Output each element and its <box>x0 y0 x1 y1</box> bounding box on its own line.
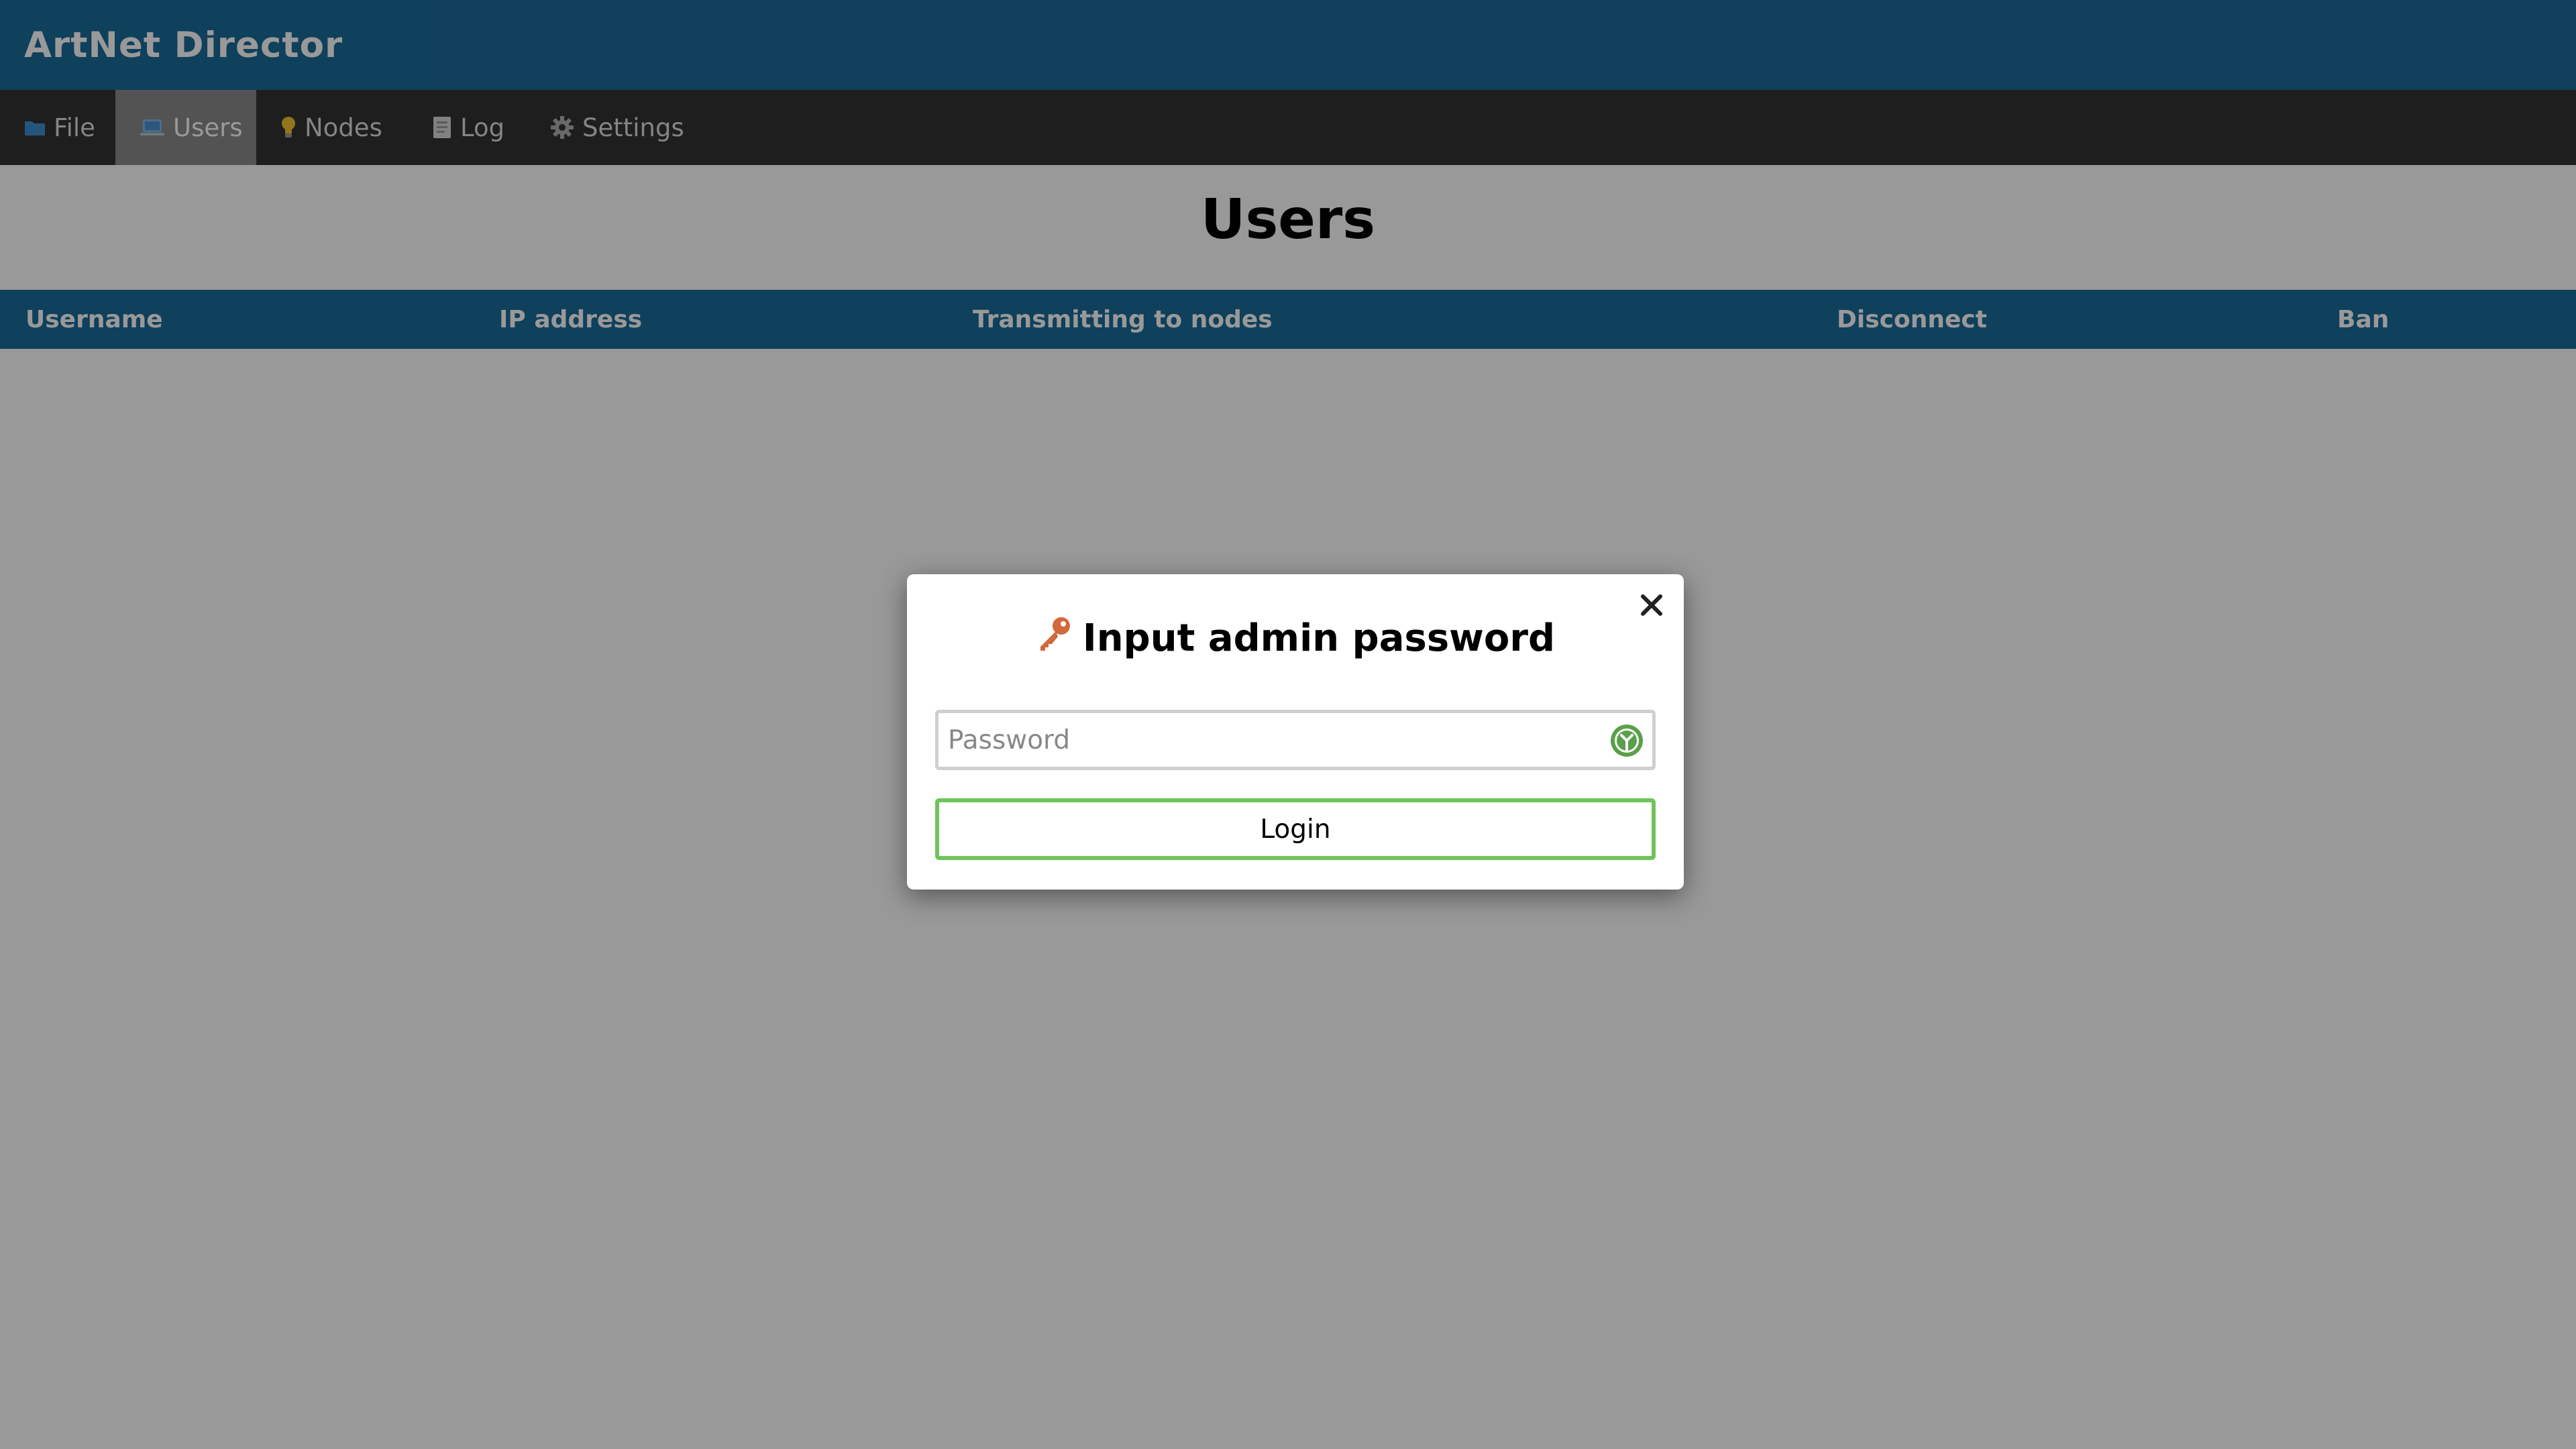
modal-title-text: Input admin password <box>1082 616 1556 660</box>
key-icon <box>1036 614 1073 661</box>
password-manager-icon[interactable] <box>1609 723 1644 758</box>
login-button[interactable]: Login <box>935 798 1656 860</box>
admin-password-modal: Input admin password Login <box>907 574 1684 890</box>
modal-title: Input admin password <box>907 614 1684 661</box>
password-field-wrapper <box>935 710 1656 770</box>
password-input[interactable] <box>938 713 1652 767</box>
